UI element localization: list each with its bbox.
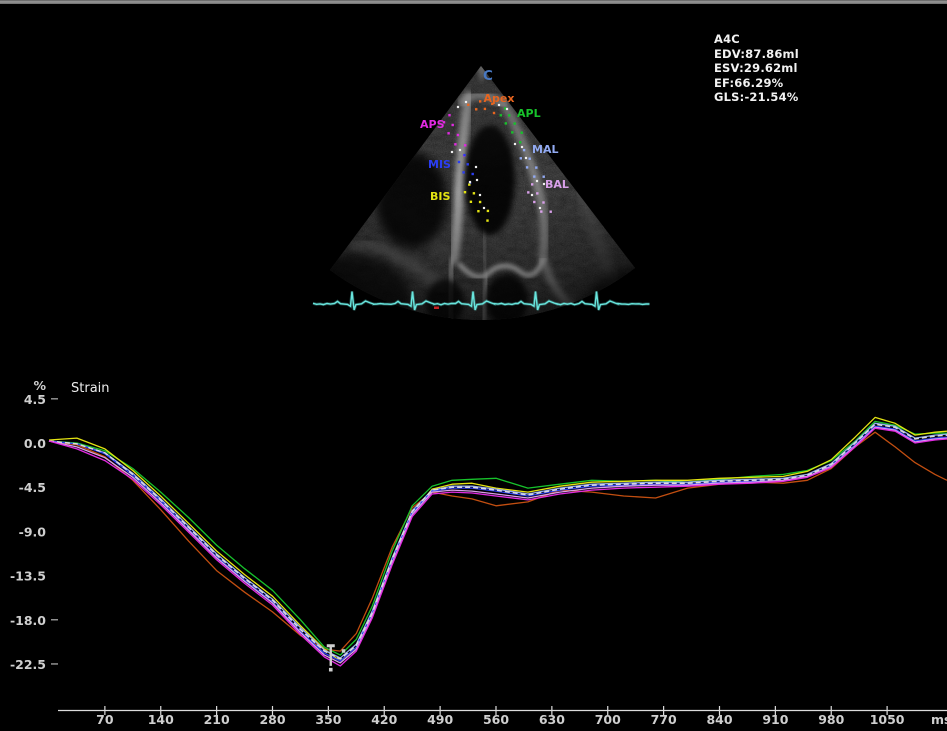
esv-value: ESV:29.62ml	[714, 61, 799, 76]
chart-title: Strain	[71, 381, 110, 396]
echo-sector	[300, 60, 670, 350]
segment-label-apex: Apex	[484, 92, 515, 105]
x-tick-label: 1050	[870, 712, 905, 727]
cardiac-chambers	[300, 125, 670, 350]
x-tick-label: 630	[539, 712, 565, 727]
y-tick-label: 0.0	[24, 436, 46, 451]
measurements-panel: A4C EDV:87.86ml ESV:29.62ml EF:66.29% GL…	[714, 32, 799, 105]
y-tick-label: -22.5	[10, 657, 46, 672]
segment-label-bis: BIS	[430, 190, 450, 203]
segment-label-aps: APS	[420, 118, 445, 131]
ecg-frame-marker	[434, 307, 439, 310]
echocardiography-screen: A4C EDV:87.86ml ESV:29.62ml EF:66.29% GL…	[0, 0, 947, 731]
ultrasound-view: Apex APS MIS BIS APL MAL BAL C	[300, 60, 670, 350]
x-axis: 70 140 210 280 350 420 490 560 630 700 770 840 910 98…	[58, 706, 947, 727]
y-tick-label: -18.0	[10, 613, 46, 628]
x-tick-label: 420	[371, 712, 397, 727]
x-tick-label: 140	[148, 712, 174, 727]
strain-curve-bis	[49, 417, 947, 661]
x-tick-label: 560	[483, 712, 509, 727]
view-marker-label: C	[483, 68, 493, 84]
window-top-edge	[0, 0, 947, 4]
y-tick-label: -13.5	[10, 569, 46, 584]
y-tick-label: 4.5	[24, 392, 46, 407]
x-tick-label: 70	[96, 712, 114, 727]
es-marker	[327, 644, 346, 671]
x-tick-label: 280	[259, 712, 285, 727]
strain-curve-avg	[49, 424, 947, 659]
strain-curves	[49, 417, 947, 666]
x-tick-label: 700	[595, 712, 621, 727]
x-axis-unit: ms	[931, 712, 947, 727]
y-tick-label: -4.5	[19, 480, 46, 495]
strain-curve-apex	[49, 432, 947, 651]
x-tick-label: 490	[427, 712, 453, 727]
strain-curve-aps	[49, 428, 947, 666]
tracking-dots	[443, 100, 552, 222]
y-axis-unit: %	[33, 378, 46, 393]
segment-label-bal: BAL	[545, 178, 569, 191]
boundary-dots	[451, 101, 545, 209]
x-tick-label: 210	[204, 712, 230, 727]
segment-label-mal: MAL	[532, 143, 558, 156]
strain-curve-mis	[49, 426, 947, 661]
segment-label-mis: MIS	[428, 158, 451, 171]
view-label: A4C	[714, 32, 799, 47]
myocardial-walls	[355, 64, 615, 336]
strain-curve-mal	[49, 423, 947, 658]
segment-label-apl: APL	[517, 107, 541, 120]
y-tick-label: -9.0	[19, 524, 47, 539]
ecg-trace	[313, 292, 650, 311]
x-tick-label: 980	[818, 712, 844, 727]
x-tick-label: 350	[315, 712, 341, 727]
y-axis: 4.5 0.0 -4.5 -9.0 -13.5 -18.0 -22.5% Strain	[10, 378, 110, 672]
x-tick-label: 770	[651, 712, 677, 727]
strain-curve-apl	[49, 421, 947, 655]
x-tick-label: 910	[762, 712, 788, 727]
strain-curve-bal	[49, 427, 947, 663]
segment-labels: Apex APS MIS BIS APL MAL BAL C	[420, 68, 569, 203]
x-tick-label: 840	[706, 712, 732, 727]
ef-value: EF:66.29%	[714, 76, 799, 91]
gls-value: GLS:-21.54%	[714, 90, 799, 105]
edv-value: EDV:87.86ml	[714, 47, 799, 62]
